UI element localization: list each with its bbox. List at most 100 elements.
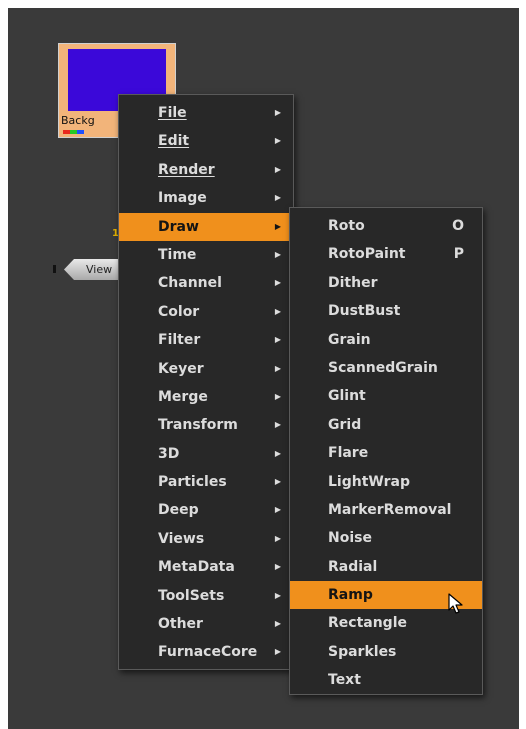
menu-item-keyer[interactable]: Keyer ▶ [119, 355, 293, 383]
menu-item-transform[interactable]: Transform ▶ [119, 411, 293, 439]
menu-item-image[interactable]: Image ▶ [119, 184, 293, 212]
submenu-item-grid[interactable]: Grid [290, 411, 482, 439]
menu-item-label: ToolSets [158, 587, 225, 604]
menu-item-filter[interactable]: Filter ▶ [119, 326, 293, 354]
viewer-node-label: View [86, 263, 113, 276]
menu-item-label: Deep [158, 502, 199, 519]
submenu-arrow-icon: ▶ [274, 448, 281, 458]
menu-item-label: Transform [158, 417, 238, 434]
menu-item-toolsets[interactable]: ToolSets ▶ [119, 582, 293, 610]
submenu-item-label: Dither [328, 274, 378, 291]
submenu-item-grain[interactable]: Grain [290, 326, 482, 354]
menu-item-render[interactable]: Render ▶ [119, 156, 293, 184]
submenu-item-rotopaint[interactable]: RotoPaint P [290, 240, 482, 268]
submenu-arrow-icon: ▶ [274, 420, 281, 430]
draw-submenu: Roto O RotoPaint P Dither DustBust Grain Scanne… [289, 207, 483, 695]
menu-item-draw[interactable]: Draw ▶ [119, 212, 293, 241]
submenu-arrow-icon: ▶ [274, 278, 281, 288]
submenu-item-label: Noise [328, 530, 372, 547]
submenu-item-label: Ramp [328, 587, 373, 604]
submenu-item-dither[interactable]: Dither [290, 269, 482, 297]
submenu-item-text[interactable]: Text [290, 666, 482, 694]
menu-item-label: Edit [158, 133, 190, 150]
submenu-item-label: MarkerRemoval [328, 501, 452, 518]
submenu-arrow-icon: ▶ [274, 562, 281, 572]
submenu-item-label: ScannedGrain [328, 359, 438, 376]
submenu-arrow-icon: ▶ [274, 363, 281, 373]
submenu-arrow-icon: ▶ [274, 164, 281, 174]
menu-item-other[interactable]: Other ▶ [119, 610, 293, 638]
menu-item-time[interactable]: Time ▶ [119, 241, 293, 269]
viewer-node[interactable]: View [64, 259, 126, 280]
menu-item-color[interactable]: Color ▶ [119, 298, 293, 326]
viewer-input-dot [53, 265, 56, 273]
submenu-item-label: Radial [328, 558, 378, 575]
menu-item-label: File [158, 105, 187, 121]
submenu-item-label: Flare [328, 445, 369, 462]
menu-item-label: Views [158, 530, 205, 547]
menu-item-label: Other [158, 616, 203, 633]
menu-item-label: MetaData [158, 559, 235, 576]
submenu-item-roto[interactable]: Roto O [290, 212, 482, 240]
menu-item-particles[interactable]: Particles ▶ [119, 468, 293, 496]
submenu-item-scannedgrain[interactable]: ScannedGrain [290, 354, 482, 382]
menu-item-3d[interactable]: 3D ▶ [119, 440, 293, 468]
submenu-item-sparkles[interactable]: Sparkles [290, 638, 482, 666]
submenu-item-flare[interactable]: Flare [290, 439, 482, 467]
submenu-item-lightwrap[interactable]: LightWrap [290, 468, 482, 496]
channel-indicator [77, 130, 84, 134]
menu-item-views[interactable]: Views ▶ [119, 525, 293, 553]
submenu-item-glint[interactable]: Glint [290, 382, 482, 410]
submenu-arrow-icon: ▶ [274, 533, 281, 543]
menu-item-label: Channel [158, 275, 222, 292]
submenu-item-radial[interactable]: Radial [290, 553, 482, 581]
shortcut-key: O [452, 218, 464, 234]
channel-indicator [70, 130, 77, 134]
submenu-arrow-icon: ▶ [274, 391, 281, 401]
menu-item-merge[interactable]: Merge ▶ [119, 383, 293, 411]
menu-item-deep[interactable]: Deep ▶ [119, 496, 293, 524]
menu-item-furnacecore[interactable]: FurnaceCore ▶ [119, 638, 293, 666]
menu-item-label: Render [158, 161, 215, 178]
submenu-arrow-icon: ▶ [274, 335, 281, 345]
submenu-item-label: Text [328, 672, 361, 689]
submenu-arrow-icon: ▶ [274, 477, 281, 487]
submenu-arrow-icon: ▶ [274, 590, 281, 600]
submenu-item-label: Roto [328, 218, 365, 234]
menu-item-label: 3D [158, 445, 180, 462]
submenu-item-label: Glint [328, 388, 366, 405]
node-channel-indicators [63, 130, 91, 134]
submenu-item-label: LightWrap [328, 473, 410, 490]
menu-item-label: Color [158, 303, 200, 320]
menu-item-label: Time [158, 246, 197, 263]
menu-item-edit[interactable]: Edit ▶ [119, 127, 293, 155]
shortcut-key: P [453, 246, 464, 263]
submenu-item-noise[interactable]: Noise [290, 524, 482, 552]
menu-item-label: Draw [158, 218, 199, 235]
menu-item-file[interactable]: File ▶ [119, 99, 293, 127]
submenu-arrow-icon: ▶ [274, 505, 281, 515]
context-menu: File ▶ Edit ▶ Render ▶ Image ▶ Draw ▶ Time ▶ Channel… [118, 94, 294, 670]
menu-item-label: Keyer [158, 360, 204, 377]
menu-item-label: Filter [158, 332, 201, 349]
menu-item-metadata[interactable]: MetaData ▶ [119, 553, 293, 581]
node-graph-canvas[interactable]: Backg 1 View File ▶ Edit ▶ Render ▶ Image ▶ Draw… [8, 8, 519, 729]
submenu-arrow-icon: ▶ [274, 619, 281, 629]
submenu-arrow-icon: ▶ [274, 647, 281, 657]
menu-item-label: Image [158, 190, 207, 207]
submenu-item-label: DustBust [328, 303, 401, 320]
menu-item-channel[interactable]: Channel ▶ [119, 269, 293, 297]
menu-item-label: FurnaceCore [158, 644, 258, 661]
menu-item-label: Particles [158, 474, 227, 491]
submenu-arrow-icon: ▶ [274, 108, 281, 117]
submenu-arrow-icon: ▶ [274, 249, 281, 259]
submenu-arrow-icon: ▶ [274, 136, 281, 146]
menu-item-label: Merge [158, 388, 208, 405]
submenu-item-markerremoval[interactable]: MarkerRemoval [290, 496, 482, 524]
submenu-item-label: Sparkles [328, 643, 397, 660]
submenu-item-label: Rectangle [328, 615, 407, 632]
channel-indicator [63, 130, 70, 134]
submenu-item-label: RotoPaint [328, 246, 406, 263]
submenu-item-label: Grid [328, 416, 362, 433]
submenu-item-dustbust[interactable]: DustBust [290, 297, 482, 325]
